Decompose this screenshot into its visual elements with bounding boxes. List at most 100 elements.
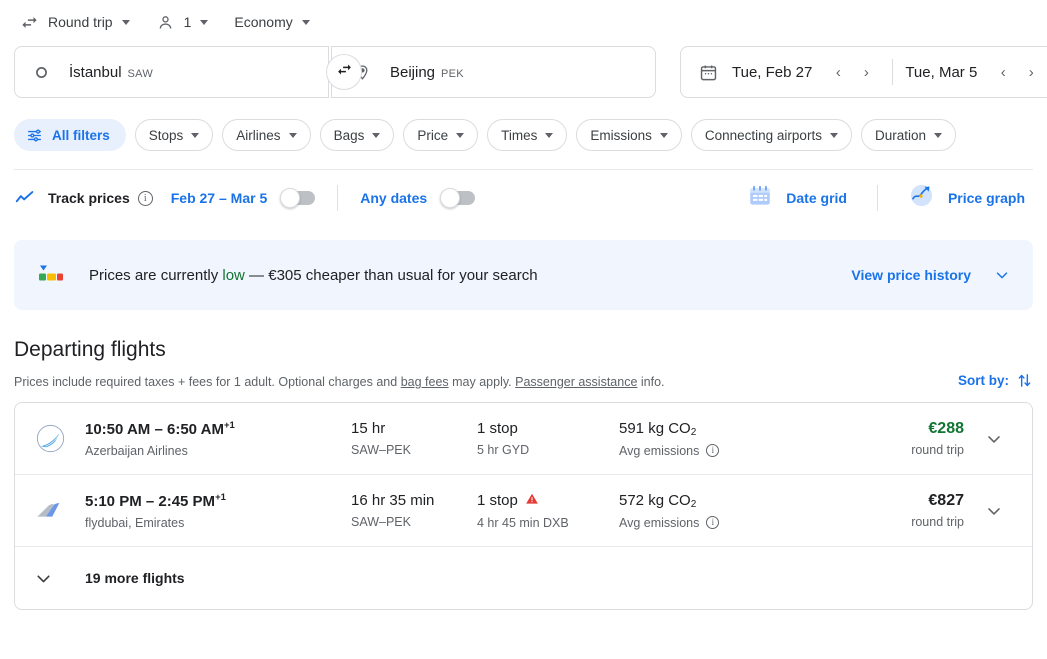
price-graph-button[interactable]: Price graph xyxy=(900,176,1033,220)
origin-city: İstanbul xyxy=(69,63,122,81)
trip-options-bar: Round trip 1 Economy xyxy=(0,0,1047,44)
chevron-down-icon xyxy=(659,132,668,138)
departure-date[interactable]: Tue, Feb 27 xyxy=(732,64,812,81)
filter-chip-label: Times xyxy=(501,127,538,143)
flight-airline: flydubai, Emirates xyxy=(85,515,185,530)
disclaimer-part-3: info. xyxy=(637,375,665,389)
passenger-selector[interactable]: 1 xyxy=(150,7,215,37)
emissions-label: Avg emissions xyxy=(619,443,700,458)
flight-times-cell: 10:50 AM – 6:50 AM+1 Azerbaijan Airlines xyxy=(85,420,351,458)
chevron-down-icon xyxy=(191,132,200,138)
filter-chip-label: Price xyxy=(417,127,449,143)
chevron-down-icon xyxy=(933,132,942,138)
return-prev-day-button[interactable]: ‹ xyxy=(989,58,1017,86)
info-icon[interactable]: i xyxy=(706,444,720,457)
table-row[interactable]: 5:10 PM – 2:45 PM+1 flydubai, Emirates 1… xyxy=(15,475,1032,547)
filter-chip-times[interactable]: Times xyxy=(487,119,568,151)
chevron-down-icon xyxy=(301,19,310,25)
flight-emissions-cell: 591 kg CO2 Avg emissions i xyxy=(619,420,809,458)
view-price-history-label: View price history xyxy=(851,267,971,283)
chevron-down-icon xyxy=(121,19,130,25)
date-grid-button[interactable]: Date grid xyxy=(739,177,855,220)
cabin-class-selector[interactable]: Economy xyxy=(228,7,315,37)
passenger-count: 1 xyxy=(183,14,192,30)
departure-next-day-button[interactable]: › xyxy=(852,58,880,86)
circle-icon xyxy=(33,64,55,81)
flight-price-cell: €827 round trip xyxy=(911,492,972,529)
chevron-down-icon xyxy=(456,132,465,138)
any-dates-label[interactable]: Any dates xyxy=(360,190,427,206)
show-more-flights-button[interactable]: 19 more flights xyxy=(15,547,1032,609)
flight-layover: 5 hr GYD xyxy=(477,443,530,457)
disclaimer-part-1: Prices include required taxes + fees for… xyxy=(14,375,401,389)
sort-by-label: Sort by: xyxy=(957,373,1009,388)
price-gauge-icon xyxy=(36,264,66,286)
flight-stops-cell: 1 stop 4 hr 45 min DXB xyxy=(477,492,619,530)
expand-flight-button[interactable] xyxy=(972,429,1016,449)
track-date-range-label[interactable]: Feb 27 – Mar 5 xyxy=(171,190,268,206)
info-icon[interactable]: i xyxy=(706,516,720,529)
price-insight-text: Prices are currently low — €305 cheaper … xyxy=(89,267,538,284)
swap-horizontal-icon xyxy=(20,13,39,32)
filter-chip-label: Airlines xyxy=(236,127,281,143)
filter-chip-label: Bags xyxy=(333,127,365,143)
insight-text-after: — €305 cheaper than usual for your searc… xyxy=(244,266,538,284)
passenger-assistance-link[interactable]: Passenger assistance xyxy=(515,375,637,389)
flight-stops: 1 stop xyxy=(477,420,619,437)
trip-type-selector[interactable]: Round trip xyxy=(14,7,136,37)
bag-fees-link[interactable]: bag fees xyxy=(401,375,449,389)
show-more-flights-label: 19 more flights xyxy=(85,570,185,586)
swap-arrows-icon xyxy=(336,61,353,83)
flight-layover: 4 hr 45 min DXB xyxy=(477,515,569,530)
flight-route: SAW–PEK xyxy=(351,443,411,457)
any-dates-toggle[interactable] xyxy=(440,188,476,208)
date-grid-icon xyxy=(747,183,773,214)
price-graph-label: Price graph xyxy=(947,190,1025,206)
filter-chip-connecting-airports[interactable]: Connecting airports xyxy=(690,119,852,151)
sort-by-button[interactable]: Sort by: xyxy=(958,372,1033,389)
date-range-field: Tue, Feb 27 ‹ › Tue, Mar 5 ‹ › xyxy=(680,46,1047,98)
table-row[interactable]: 10:50 AM – 6:50 AM+1 Azerbaijan Airlines… xyxy=(15,403,1032,475)
filter-chip-duration[interactable]: Duration xyxy=(860,119,956,151)
departure-prev-day-button[interactable]: ‹ xyxy=(824,58,852,86)
flight-times: 10:50 AM – 6:50 AM+1 xyxy=(85,420,351,438)
flight-emissions: 591 kg CO2 xyxy=(619,420,809,438)
info-icon[interactable]: i xyxy=(137,190,153,206)
filter-chip-bags[interactable]: Bags xyxy=(319,119,395,151)
vertical-divider xyxy=(876,185,878,211)
cabin-class-label: Economy xyxy=(234,14,293,30)
destination-input[interactable]: Beijing PEK xyxy=(331,46,656,98)
expand-flight-button[interactable] xyxy=(972,501,1016,521)
flight-results-page: Round trip 1 Economy İstanbul SAW Beijin… xyxy=(0,0,1047,659)
emissions-value: 572 kg CO xyxy=(619,491,691,509)
return-date-block: Tue, Mar 5 ‹ › xyxy=(905,58,1045,86)
flight-route: SAW–PEK xyxy=(351,515,411,529)
track-date-range-toggle[interactable] xyxy=(280,188,316,208)
track-prices-label: Track prices xyxy=(48,190,130,206)
filter-chip-stops[interactable]: Stops xyxy=(134,119,214,151)
date-divider xyxy=(892,59,894,85)
return-date[interactable]: Tue, Mar 5 xyxy=(905,64,977,81)
filter-chip-airlines[interactable]: Airlines xyxy=(222,119,311,151)
return-next-day-button[interactable]: › xyxy=(1017,58,1045,86)
all-filters-button[interactable]: All filters xyxy=(14,119,126,151)
flight-times: 5:10 PM – 2:45 PM+1 xyxy=(85,492,351,510)
chevron-down-icon xyxy=(372,132,381,138)
filter-chip-price[interactable]: Price xyxy=(403,119,479,151)
flight-price-type: round trip xyxy=(911,443,964,457)
chevron-down-icon xyxy=(288,132,297,138)
view-price-history-button[interactable]: View price history xyxy=(851,266,1011,284)
filter-chip-emissions[interactable]: Emissions xyxy=(576,119,682,151)
toggle-knob xyxy=(440,188,461,208)
departing-flights-header: Departing flights Prices include require… xyxy=(0,310,1047,389)
emissions-label-row: Avg emissions i xyxy=(619,516,809,530)
origin-input[interactable]: İstanbul SAW xyxy=(14,46,329,98)
swap-button[interactable] xyxy=(326,54,362,90)
sort-arrows-icon xyxy=(1016,372,1033,389)
view-tools-group: Date grid Price graph xyxy=(739,176,1033,220)
all-filters-label: All filters xyxy=(52,127,110,143)
tune-icon xyxy=(26,127,43,144)
flight-emissions: 572 kg CO2 xyxy=(619,492,809,510)
chevron-down-icon xyxy=(545,132,554,138)
flight-airline: Azerbaijan Airlines xyxy=(85,443,188,458)
